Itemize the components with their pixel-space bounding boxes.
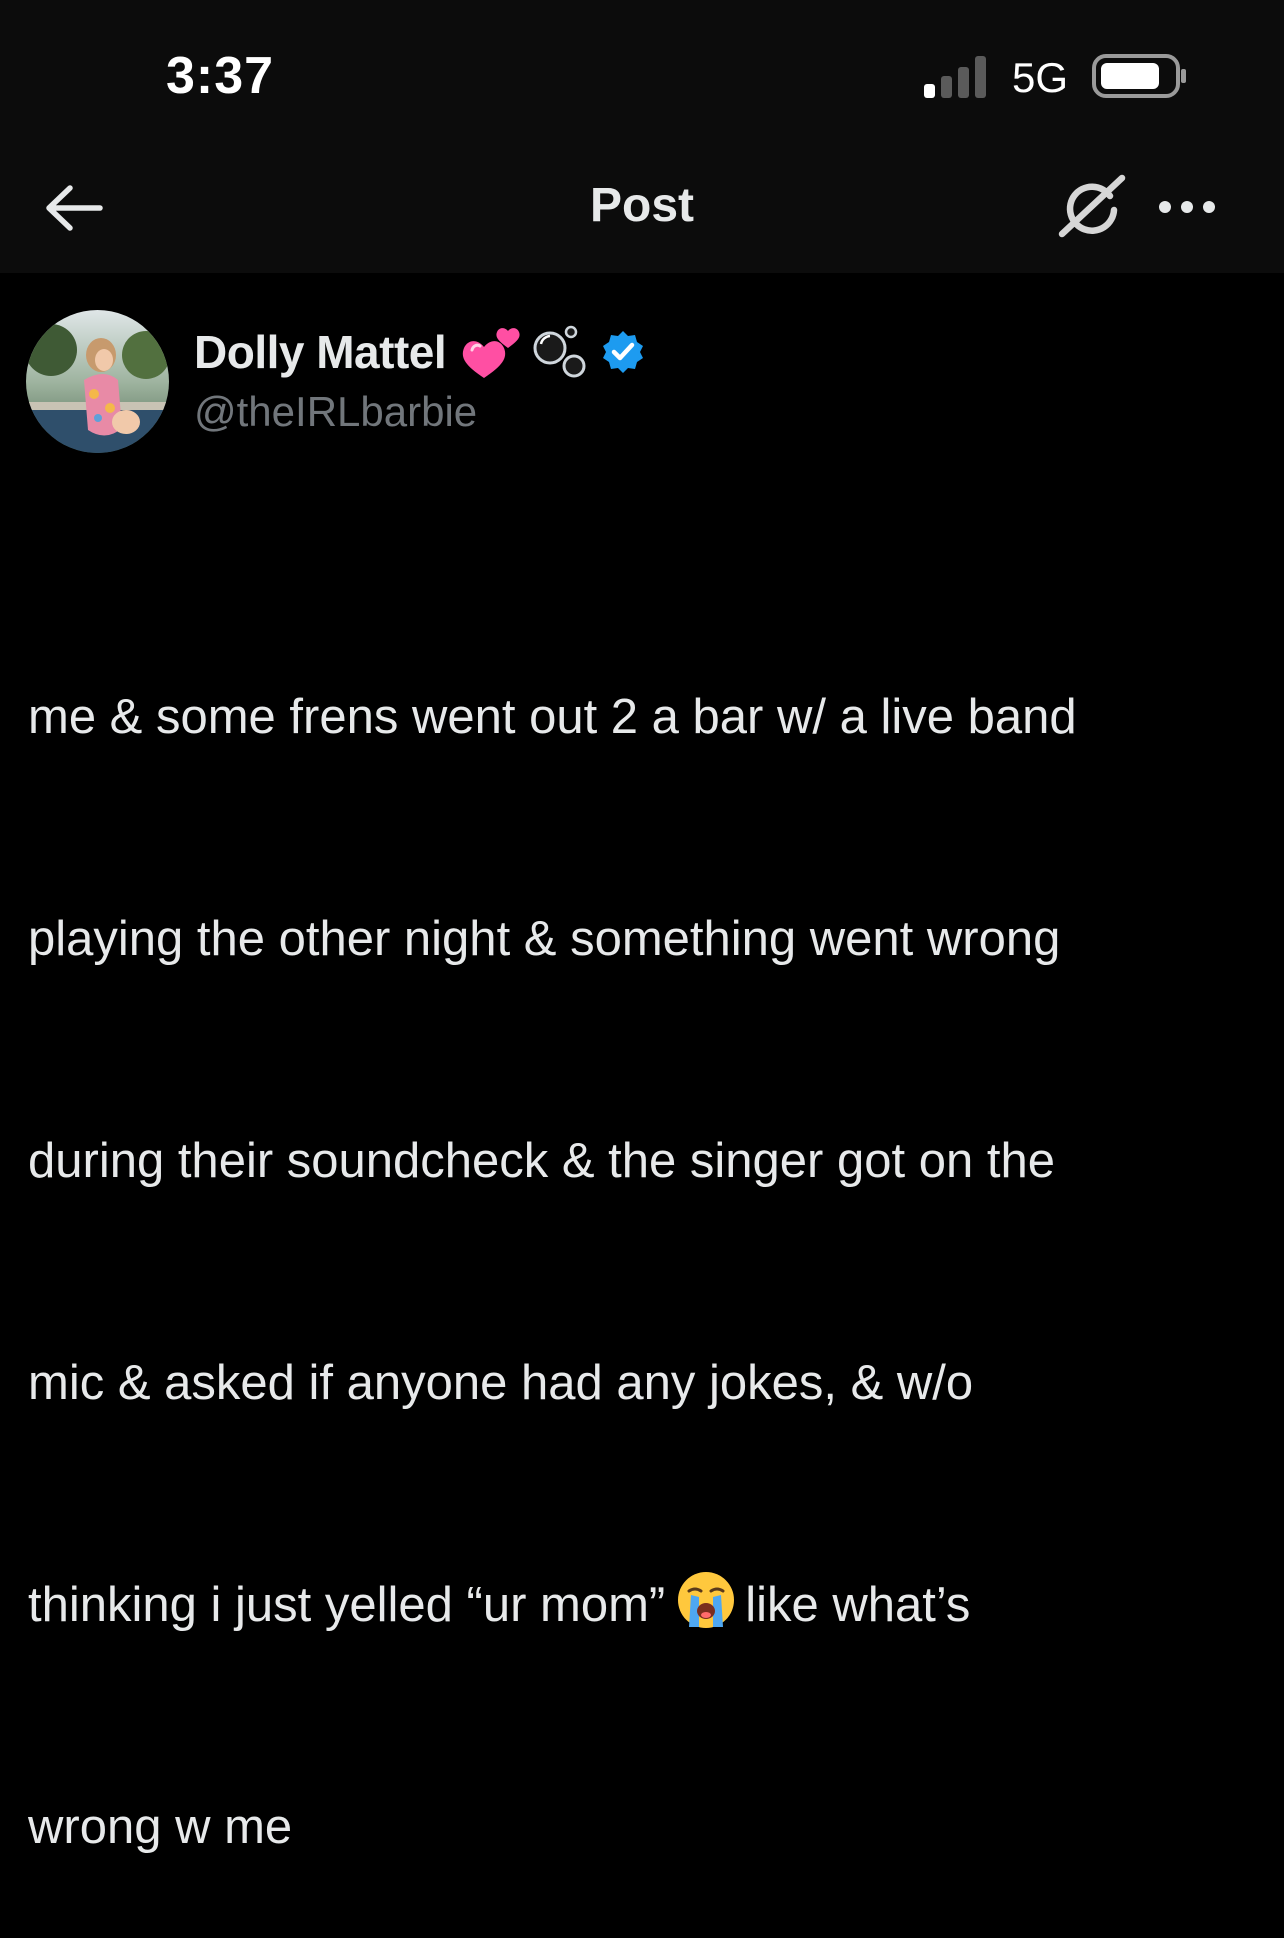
loudly-crying-face-emoji-icon [678, 1572, 735, 1628]
post-text-line: playing the other night & something went… [28, 912, 1061, 966]
post-text-line: during their soundcheck & the singer got… [28, 1134, 1055, 1188]
more-options-icon [1159, 201, 1215, 213]
network-type: 5G [1012, 54, 1069, 101]
post-text-line-with-emoji: thinking i just yelled “ur mom” like wha… [28, 1568, 1248, 1642]
post-text-line: wrong w me [28, 1800, 293, 1854]
post-text-line: me & some frens went out 2 a bar w/ a li… [28, 690, 1077, 744]
avatar-image [26, 310, 169, 453]
two-hearts-emoji-icon [462, 328, 520, 378]
post-text-segment: like what’s [745, 1578, 971, 1632]
avatar[interactable] [26, 310, 169, 453]
grok-button[interactable] [1056, 172, 1130, 242]
more-options-button[interactable] [1156, 192, 1222, 222]
grok-icon [1058, 174, 1126, 238]
author-name-row: Dolly Mattel [194, 322, 646, 382]
author-handle[interactable]: @theIRLbarbie [194, 388, 477, 436]
bubbles-emoji-icon [533, 325, 586, 378]
post-text-segment: thinking i just yelled “ur mom” [28, 1578, 666, 1632]
author-display-name[interactable]: Dolly Mattel [194, 325, 447, 379]
top-bar: 3:37 5G Post [0, 0, 1284, 273]
post-text: me & some frens went out 2 a bar w/ a li… [28, 532, 1248, 1938]
status-time: 3:37 [166, 47, 275, 105]
battery-icon [1092, 54, 1186, 98]
post-text-line: mic & asked if anyone had any jokes, & w… [28, 1356, 974, 1410]
verified-badge-icon[interactable] [600, 329, 646, 375]
cellular-signal-icon [924, 56, 986, 98]
